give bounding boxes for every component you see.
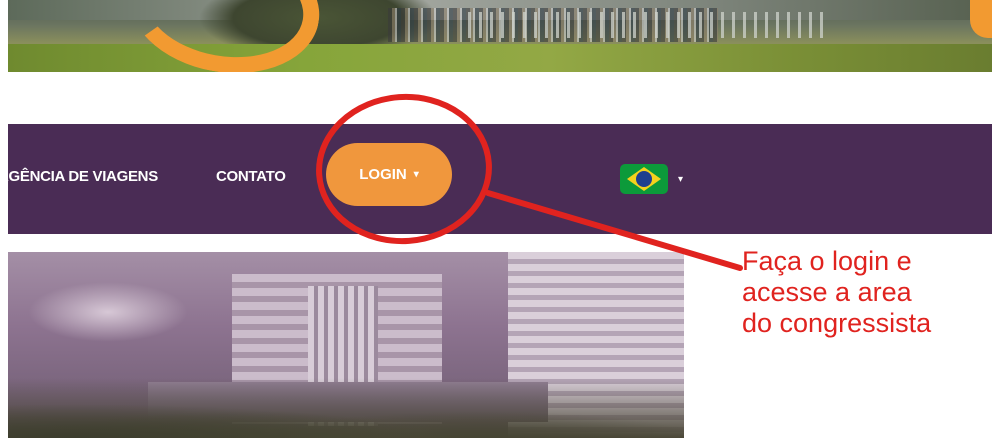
banner-fence: [468, 12, 828, 38]
brazil-flag-icon: [620, 164, 668, 194]
login-button[interactable]: LOGIN ▾: [326, 143, 452, 206]
brand-corner-shape: [970, 0, 992, 38]
callout-line: Faça o login e: [742, 246, 912, 276]
login-button-label: LOGIN: [359, 166, 407, 183]
annotation-callout-text: Faça o login e acesse a area do congress…: [742, 246, 982, 339]
trees: [8, 378, 684, 438]
chevron-down-icon: ▾: [413, 169, 419, 180]
nav-item-agencia-de-viagens[interactable]: AGÊNCIA DE VIAGENS: [0, 168, 158, 185]
chevron-down-icon: ▾: [678, 173, 684, 185]
nav-item-contato[interactable]: CONTATO: [216, 168, 290, 185]
language-selector[interactable]: ▾: [620, 164, 700, 194]
venue-photo: [8, 252, 684, 438]
banner-grass: [8, 44, 992, 72]
main-navbar: AGÊNCIA DE VIAGENS CONTATO LOGIN ▾ ▾: [0, 124, 992, 234]
header-banner-image: [8, 0, 992, 72]
callout-line: do congressista: [742, 308, 932, 338]
callout-line: acesse a area: [742, 277, 912, 307]
